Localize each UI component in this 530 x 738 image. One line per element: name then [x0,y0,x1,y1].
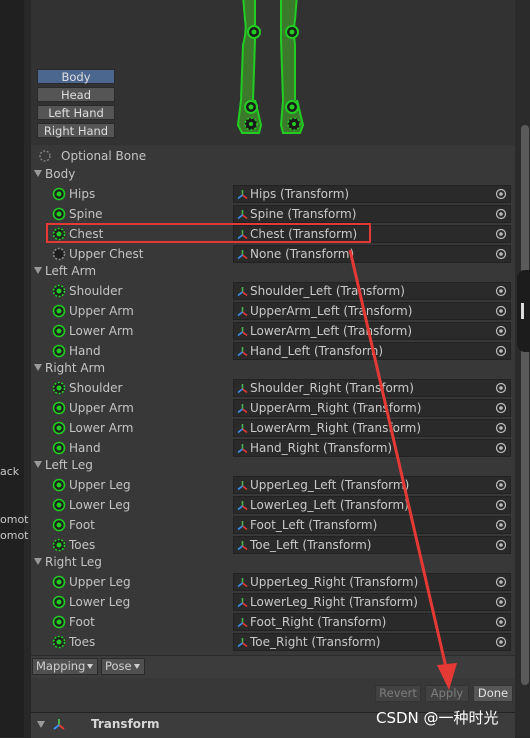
side-panel-handle[interactable] [517,270,530,352]
watermark: CSDN @一种时光 [376,709,499,727]
grip-icon [521,303,524,319]
scrollbar-thumb[interactable] [521,125,529,685]
annotation-arrow [348,249,457,690]
